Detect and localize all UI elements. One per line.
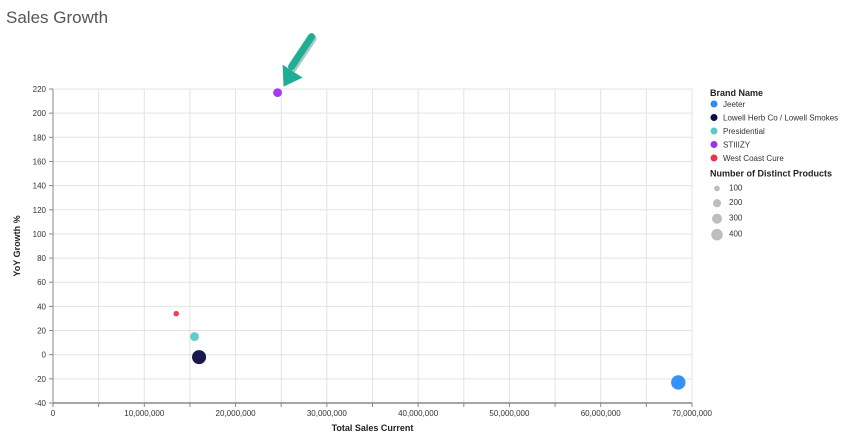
y-tick-label: 160	[33, 157, 47, 166]
chart-legend: Brand Name Jeeter Lowell Herb Co / Lowell …	[710, 88, 838, 241]
legend-size-swatch	[712, 199, 722, 208]
legend-size-title: Number of Distinct Products	[710, 169, 832, 179]
legend-color-label: West Coast Cure	[723, 154, 784, 163]
y-tick-label: -40	[34, 399, 46, 408]
y-tick-label: 140	[33, 182, 47, 191]
x-axis-title: Total Sales Current	[332, 423, 414, 433]
y-tick-label: 200	[33, 109, 47, 118]
data-point[interactable]	[192, 350, 207, 365]
legend-size-swatch	[711, 228, 723, 241]
y-tick-label: 80	[37, 254, 46, 263]
y-tick-label: 40	[37, 302, 46, 311]
legend-color-swatch	[710, 114, 718, 121]
legend-size-label: 100	[729, 184, 743, 193]
scatter-chart: 0 10,000,000 20,000,000 30,000,000 40,000,00…	[12, 33, 838, 433]
y-tick-label: 0	[42, 351, 47, 360]
y-axis-title: YoY Growth %	[12, 215, 22, 276]
x-tick-label: 20,000,000	[216, 409, 257, 418]
x-tick-label: 0	[51, 409, 56, 418]
x-tick-label: 60,000,000	[581, 409, 622, 418]
x-tick-label: 50,000,000	[489, 409, 530, 418]
legend-color-label: Jeeter	[723, 100, 746, 109]
legend-size-swatch	[712, 213, 722, 224]
legend-color-swatch	[710, 127, 718, 135]
legend-size-swatch	[714, 185, 720, 192]
legend-size-label: 400	[729, 230, 743, 239]
legend-color-swatch	[710, 154, 718, 162]
legend-size-label: 200	[729, 198, 743, 207]
data-point[interactable]	[173, 310, 180, 317]
y-tick-label: 120	[33, 206, 47, 215]
legend-color-label: STIIIZY	[723, 141, 751, 150]
arrow-shape	[282, 33, 317, 87]
data-point[interactable]	[190, 332, 199, 341]
y-tick-label: 180	[33, 133, 47, 142]
y-tick-label: 100	[33, 230, 47, 239]
chart-grid	[52, 88, 693, 404]
y-tick-label: 20	[37, 327, 46, 336]
x-tick-label: 40,000,000	[398, 409, 439, 418]
chart-points	[173, 88, 686, 390]
y-tick-label: 60	[37, 278, 46, 287]
legend-size-label: 300	[729, 214, 743, 223]
legend-color-swatch	[710, 100, 718, 108]
data-point[interactable]	[671, 375, 686, 390]
x-tick-label: 10,000,000	[124, 409, 165, 418]
legend-color-label: Presidential	[723, 127, 765, 136]
data-point[interactable]	[273, 88, 282, 98]
annotation-arrow	[282, 33, 317, 87]
legend-color-title: Brand Name	[710, 88, 763, 98]
y-tick-label: 220	[33, 85, 47, 94]
x-tick-label: 70,000,000	[672, 409, 713, 418]
legend-color-swatch	[710, 141, 718, 148]
legend-color-label: Lowell Herb Co / Lowell Smokes	[723, 114, 838, 123]
y-tick-label: -20	[34, 375, 46, 384]
x-tick-label: 30,000,000	[307, 409, 348, 418]
